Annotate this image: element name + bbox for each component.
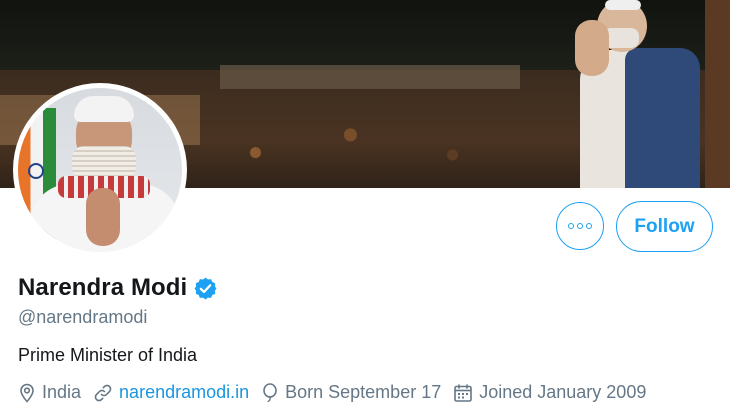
joined-item: Joined January 2009	[453, 382, 646, 403]
follow-button[interactable]: Follow	[616, 201, 713, 252]
bio-text: Prime Minister of India	[18, 345, 198, 365]
display-name: Narendra Modi	[18, 274, 188, 301]
calendar-icon	[454, 383, 473, 402]
display-name-row: Narendra Modi	[18, 274, 218, 302]
user-handle: @narendramodi	[18, 307, 148, 327]
profile-meta: India narendramodi.in Born September 17 …	[18, 382, 658, 403]
more-dots-icon	[568, 223, 574, 229]
website-link[interactable]: narendramodi.in	[119, 382, 249, 403]
link-icon	[94, 384, 112, 401]
avatar-photo	[18, 88, 182, 252]
more-options-button[interactable]	[556, 202, 604, 250]
banner-stage	[220, 65, 520, 89]
verified-badge-icon	[194, 277, 217, 299]
location-text: India	[42, 382, 82, 402]
banner-edge	[705, 0, 730, 188]
website-item[interactable]: narendramodi.in	[93, 382, 249, 403]
profile-avatar[interactable]	[13, 83, 187, 257]
location-item: India	[18, 382, 81, 403]
joined-text: Joined January 2009	[479, 382, 647, 402]
location-pin-icon	[20, 383, 34, 403]
birthday-item: Born September 17	[261, 382, 441, 403]
birthday-text: Born September 17	[285, 382, 442, 402]
balloon-icon	[263, 382, 277, 402]
banner-person	[575, 0, 705, 188]
